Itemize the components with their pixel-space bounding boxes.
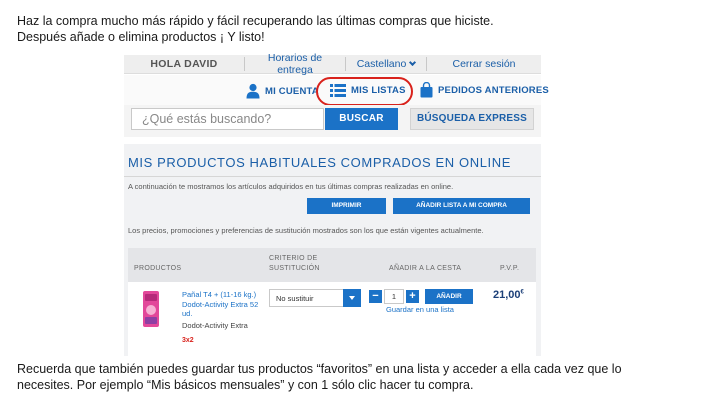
product-price: 21,00€: [493, 289, 524, 301]
chevron-down-icon: [409, 58, 417, 67]
product-brand: Dodot-Activity Extra: [182, 321, 248, 330]
express-search-button[interactable]: BÚSQUEDA EXPRESS: [410, 108, 534, 130]
outro-line-2: necesites. Por ejemplo “Mis básicos mens…: [17, 378, 474, 392]
quantity-input[interactable]: 1: [384, 289, 404, 304]
price-currency: €: [520, 289, 524, 296]
shopping-bag-icon: [420, 82, 433, 98]
dropdown-arrow-icon[interactable]: [343, 289, 361, 307]
add-to-cart-button[interactable]: AÑADIR: [425, 289, 473, 304]
table-header: [128, 248, 536, 282]
divider: [124, 176, 541, 177]
search-button[interactable]: BUSCAR: [325, 108, 398, 130]
save-to-list-link[interactable]: Guardar en una lista: [386, 305, 454, 314]
logout-link[interactable]: Cerrar sesión: [427, 58, 541, 70]
search-input[interactable]: ¿Qué estás buscando?: [131, 108, 324, 130]
print-button[interactable]: IMPRIMIR: [307, 198, 386, 214]
language-selector[interactable]: Castellano: [346, 58, 426, 70]
column-header-add-to-cart: AÑADIR A LA CESTA: [389, 265, 462, 272]
my-account-link[interactable]: MI CUENTA: [246, 83, 319, 99]
greeting: HOLA DAVID: [150, 58, 218, 70]
column-header-pvp: P.V.P.: [500, 265, 520, 272]
delivery-hours-link[interactable]: Horarios de entrega: [245, 52, 345, 76]
price-amount: 21,00: [493, 289, 521, 301]
add-list-to-cart-button[interactable]: AÑADIR LISTA A MI COMPRA: [393, 198, 530, 214]
column-header-criteria-line2: SUSTITUCIÓN: [269, 265, 320, 272]
previous-orders-link[interactable]: PEDIDOS ANTERIORES: [420, 82, 549, 98]
intro-line-2: Después añade o elimina productos ¡ Y li…: [17, 30, 265, 44]
quantity-decrease-button[interactable]: −: [369, 290, 382, 303]
promo-badge: 3x2: [182, 337, 194, 344]
language-label: Castellano: [356, 58, 407, 70]
panel-title: MIS PRODUCTOS HABITUALES COMPRADOS EN ON…: [128, 155, 511, 170]
my-account-label: MI CUENTA: [265, 85, 319, 97]
outro-text: Recuerda que también puedes guardar tus …: [17, 361, 697, 393]
panel-description: A continuación te mostramos los artículo…: [128, 182, 454, 191]
previous-orders-label: PEDIDOS ANTERIORES: [438, 84, 549, 96]
my-lists-highlight-circle: [316, 77, 413, 106]
intro-line-1: Haz la compra mucho más rápido y fácil r…: [17, 14, 494, 28]
column-header-products: PRODUCTOS: [134, 265, 182, 272]
column-header-criteria: CRITERIO DE SUSTITUCIÓN: [269, 254, 320, 274]
product-name-link[interactable]: Pañal T4 + (11-16 kg.) Dodot-Activity Ex…: [182, 290, 260, 319]
outro-line-1: Recuerda que también puedes guardar tus …: [17, 362, 622, 376]
column-header-criteria-line1: CRITERIO DE: [269, 255, 318, 262]
top-header-bar: HOLA DAVID Horarios de entrega Castellan…: [124, 52, 541, 76]
product-image[interactable]: [140, 290, 162, 328]
prices-note: Los precios, promociones y preferencias …: [128, 226, 484, 235]
quantity-increase-button[interactable]: +: [406, 290, 419, 303]
intro-text: Haz la compra mucho más rápido y fácil r…: [17, 13, 697, 45]
user-icon: [246, 83, 260, 99]
